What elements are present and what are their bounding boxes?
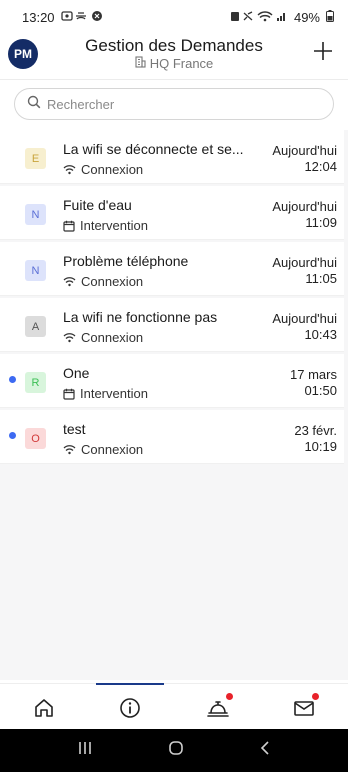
request-title: Problème téléphone — [63, 253, 189, 269]
calendar-icon — [63, 220, 75, 232]
status-badge: N — [25, 204, 46, 225]
request-date: 17 mars 01:50 — [290, 367, 337, 399]
wifi-icon — [63, 277, 76, 287]
category-label: Connexion — [81, 162, 144, 177]
wifi-icon — [63, 165, 76, 175]
wifi-icon — [63, 333, 76, 343]
request-date: Aujourd'hui 12:04 — [272, 143, 337, 175]
home-system-button[interactable] — [168, 740, 184, 761]
time-label: 12:04 — [304, 159, 337, 174]
header-divider — [0, 79, 348, 80]
app-header: PM Gestion des Demandes HQ France — [0, 34, 348, 80]
category-label: Intervention — [80, 218, 148, 233]
category-label: Connexion — [81, 442, 144, 457]
nav-info[interactable] — [118, 696, 142, 720]
category-label: Connexion — [81, 330, 144, 345]
request-title: La wifi ne fonctionne pas — [63, 309, 218, 325]
request-category: Connexion — [63, 162, 143, 177]
service-bell-icon — [207, 701, 229, 717]
request-date: Aujourd'hui 11:05 — [272, 255, 337, 287]
status-notification-icons — [60, 10, 105, 25]
request-title: La wifi se déconnecte et se... — [63, 141, 244, 157]
request-category: Connexion — [63, 442, 143, 457]
list-item[interactable]: R One Intervention 17 mars 01:50 — [0, 354, 344, 408]
date-label: 23 févr. — [294, 423, 337, 438]
request-date: 23 févr. 10:19 — [294, 423, 337, 455]
mail-icon — [294, 701, 314, 716]
list-item[interactable]: N Fuite d'eau Intervention Aujourd'hui 1… — [0, 186, 344, 240]
status-badge: R — [25, 372, 46, 393]
list-item[interactable]: A La wifi ne fonctionne pas Connexion Au… — [0, 298, 344, 352]
request-category: Intervention — [63, 386, 148, 401]
search-icon — [27, 95, 41, 114]
status-badge: O — [25, 428, 46, 449]
bottom-nav — [0, 683, 348, 729]
request-title: test — [63, 421, 86, 437]
status-bar: 13:20 49% — [0, 0, 348, 34]
battery-percent: 49% — [293, 9, 320, 25]
date-label: Aujourd'hui — [272, 255, 337, 270]
notification-dot — [226, 693, 233, 700]
date-label: 17 mars — [290, 367, 337, 382]
nav-home[interactable] — [32, 696, 56, 720]
status-badge: N — [25, 260, 46, 281]
date-label: Aujourd'hui — [272, 199, 337, 214]
date-label: Aujourd'hui — [272, 311, 337, 326]
back-chevron-icon — [260, 741, 269, 755]
page-title: Gestion des Demandes — [85, 36, 263, 55]
time-label: 11:09 — [305, 215, 337, 230]
building-icon — [135, 56, 146, 71]
request-title: Fuite d'eau — [63, 197, 132, 213]
request-date: Aujourd'hui 10:43 — [272, 311, 337, 343]
time-label: 11:05 — [305, 271, 337, 286]
calendar-icon — [63, 388, 75, 400]
request-category: Connexion — [63, 274, 143, 289]
list-item[interactable]: O test Connexion 23 févr. 10:19 — [0, 410, 344, 464]
unread-indicator — [9, 376, 16, 383]
info-icon — [120, 698, 140, 718]
status-badge: E — [25, 148, 46, 169]
request-date: Aujourd'hui 11:09 — [272, 199, 337, 231]
list-item[interactable]: E La wifi se déconnecte et se... Connexi… — [0, 130, 344, 184]
back-button[interactable] — [259, 740, 271, 761]
system-nav-bar — [0, 729, 348, 772]
search-bar[interactable] — [14, 88, 334, 120]
avatar[interactable]: PM — [8, 39, 38, 69]
request-list: E La wifi se déconnecte et se... Connexi… — [0, 130, 348, 680]
category-label: Connexion — [81, 274, 144, 289]
home-circle-icon — [169, 741, 183, 755]
category-label: Intervention — [80, 386, 148, 401]
home-icon — [35, 699, 53, 717]
request-category: Connexion — [63, 330, 143, 345]
unread-indicator — [9, 432, 16, 439]
recent-apps-button[interactable] — [77, 741, 93, 760]
status-badge: A — [25, 316, 46, 337]
status-system-icons — [230, 10, 288, 25]
time-label: 10:43 — [304, 327, 337, 342]
list-item[interactable]: N Problème téléphone Connexion Aujourd'h… — [0, 242, 344, 296]
location-subtitle: HQ France — [50, 56, 298, 71]
time-label: 01:50 — [304, 383, 337, 398]
time-label: 10:19 — [304, 439, 337, 454]
date-label: Aujourd'hui — [272, 143, 337, 158]
nav-messages[interactable] — [292, 693, 319, 720]
plus-icon — [314, 42, 332, 60]
recent-apps-icon — [79, 742, 92, 754]
nav-services[interactable] — [206, 693, 233, 720]
active-tab-indicator — [96, 683, 164, 685]
status-time: 13:20 — [22, 9, 55, 25]
add-request-button[interactable] — [312, 40, 334, 62]
wifi-icon — [63, 445, 76, 455]
search-input[interactable] — [47, 96, 307, 112]
battery-icon — [326, 9, 334, 25]
location-label: HQ France — [149, 56, 214, 71]
request-category: Intervention — [63, 218, 148, 233]
notification-dot — [312, 693, 319, 700]
request-title: One — [63, 365, 90, 381]
